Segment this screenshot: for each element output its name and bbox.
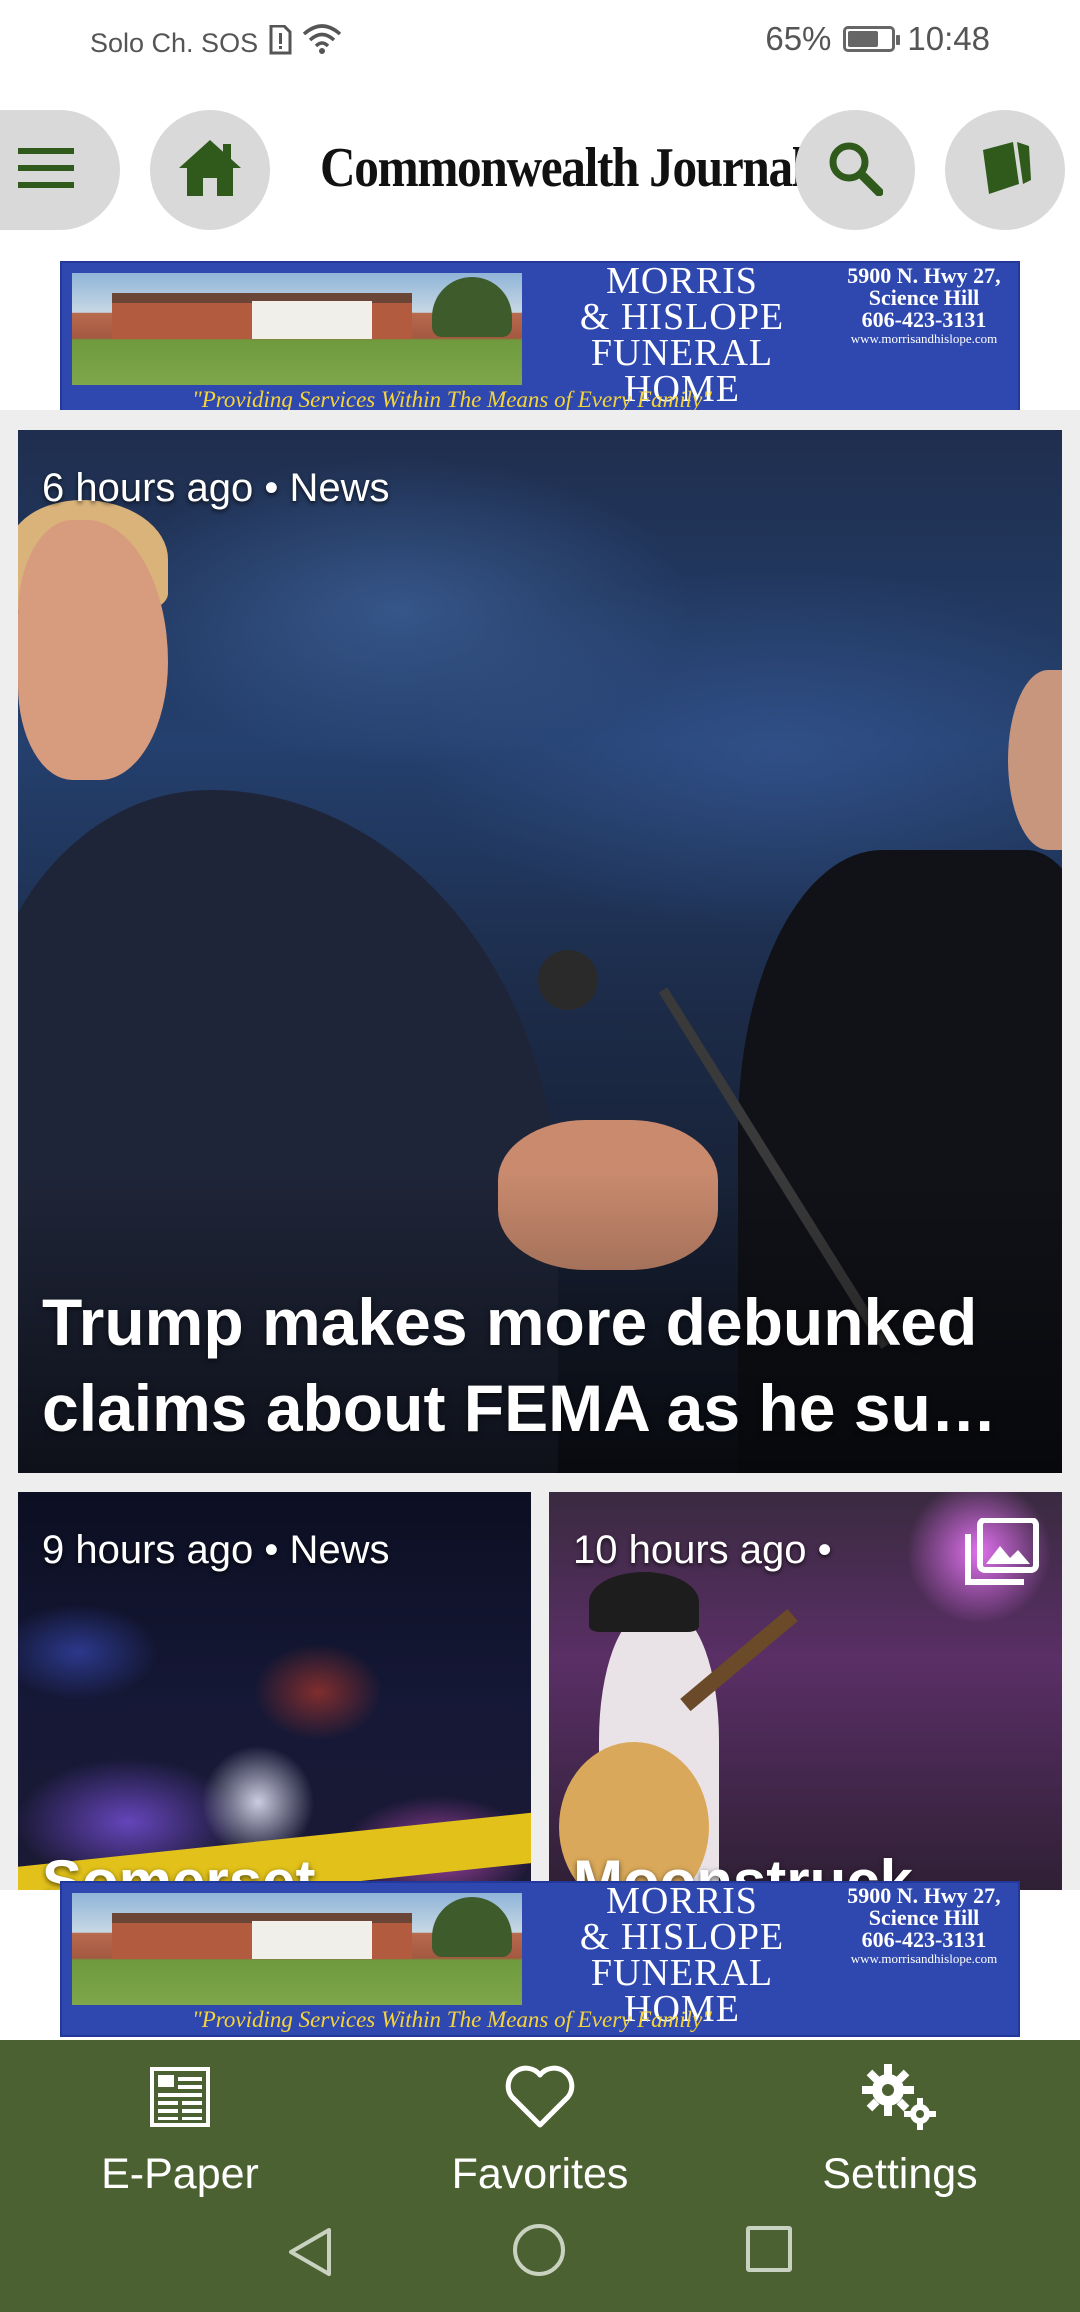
search-button[interactable] bbox=[795, 110, 915, 230]
sim-alert-icon bbox=[268, 24, 292, 62]
e-paper-icon bbox=[973, 136, 1037, 205]
ad-name-line2: & HISLOPE bbox=[579, 296, 785, 338]
news-feed[interactable]: 6 hours ago • News Trump makes more debu… bbox=[0, 410, 1080, 1890]
battery-icon bbox=[843, 26, 901, 52]
back-icon[interactable] bbox=[285, 2226, 335, 2283]
gallery-icon bbox=[964, 1517, 1040, 1588]
article-meta: 6 hours ago • News bbox=[42, 466, 390, 510]
ad-photo bbox=[72, 1893, 522, 2005]
ad-website: www.morrisandhislope.com bbox=[850, 1951, 998, 1966]
battery-fill bbox=[848, 31, 879, 47]
article-meta: 10 hours ago • bbox=[573, 1528, 832, 1572]
system-navigation-bar bbox=[0, 2200, 1080, 2300]
ad-website: www.morrisandhislope.com bbox=[850, 331, 998, 346]
ad-address-block: 5900 N. Hwy 27, Science Hill 606-423-313… bbox=[832, 265, 1016, 347]
battery-percent: 65% bbox=[765, 20, 832, 57]
ad-business-name: MORRIS & HISLOPE FUNERAL HOME bbox=[532, 261, 832, 408]
ad-address-block: 5900 N. Hwy 27, Science Hill 606-423-313… bbox=[832, 1885, 1016, 1967]
menu-icon bbox=[18, 146, 76, 195]
menu-button[interactable] bbox=[0, 110, 120, 230]
home-circle-icon[interactable] bbox=[513, 2224, 565, 2276]
nav-e-paper[interactable]: E-Paper bbox=[30, 2052, 330, 2199]
app-header: Commonwealth Journal bbox=[0, 108, 1080, 232]
article-image-face-right bbox=[1008, 670, 1062, 850]
clock: 10:48 bbox=[907, 20, 990, 57]
ad-address-line2: Science Hill bbox=[868, 1905, 980, 1930]
ad-phone: 606-423-3131 bbox=[861, 1927, 987, 1952]
status-right: 65% 10:48 bbox=[765, 20, 990, 58]
article-card-featured[interactable]: 6 hours ago • News Trump makes more debu… bbox=[18, 430, 1062, 1473]
heart-icon bbox=[390, 2052, 690, 2142]
nav-e-paper-label: E-Paper bbox=[101, 2150, 259, 2198]
ad-photo bbox=[72, 273, 522, 385]
article-image-mic bbox=[538, 950, 598, 1010]
nav-settings-label: Settings bbox=[822, 2150, 978, 2198]
ad-name-line2: & HISLOPE bbox=[579, 1916, 785, 1958]
ad-business-name: MORRIS & HISLOPE FUNERAL HOME bbox=[532, 1881, 832, 2028]
newspaper-icon bbox=[30, 2052, 330, 2142]
ad-banner-top[interactable]: MORRIS & HISLOPE FUNERAL HOME 5900 N. Hw… bbox=[60, 261, 1020, 417]
ad-photo-porch bbox=[252, 1921, 372, 1959]
home-button[interactable] bbox=[150, 110, 270, 230]
app-screen: Solo Ch. SOS 65% 10:48 Commonwealth Jour bbox=[0, 0, 1080, 2312]
gear-icon bbox=[750, 2052, 1050, 2142]
article-headline: Trump makes more debunked claims about F… bbox=[42, 1285, 997, 1445]
ad-phone: 606-423-3131 bbox=[861, 307, 987, 332]
article-card-3[interactable]: 10 hours ago • Moonstruck bbox=[549, 1492, 1062, 1890]
nav-settings[interactable]: Settings bbox=[750, 2052, 1050, 2199]
ad-photo-porch bbox=[252, 301, 372, 339]
status-bar: Solo Ch. SOS 65% 10:48 bbox=[0, 0, 1080, 84]
article-image-hat bbox=[589, 1572, 699, 1632]
ad-address-line1: 5900 N. Hwy 27, bbox=[847, 263, 1001, 288]
wifi-icon bbox=[302, 24, 342, 63]
carrier-text: Solo Ch. SOS bbox=[90, 28, 259, 58]
status-left: Solo Ch. SOS bbox=[90, 24, 342, 63]
nav-favorites-label: Favorites bbox=[451, 2150, 629, 2198]
ad-name-line1: MORRIS bbox=[606, 1881, 758, 1922]
home-icon bbox=[177, 138, 243, 203]
ad-name-line1: MORRIS bbox=[606, 261, 758, 302]
e-paper-header-button[interactable] bbox=[945, 110, 1065, 230]
nav-favorites[interactable]: Favorites bbox=[390, 2052, 690, 2199]
app-logo: Commonwealth Journal bbox=[320, 137, 806, 199]
ad-address-line1: 5900 N. Hwy 27, bbox=[847, 1883, 1001, 1908]
recents-icon[interactable] bbox=[746, 2226, 792, 2272]
ad-tagline: "Providing Services Within The Means of … bbox=[192, 2007, 712, 2032]
article-card-2[interactable]: 9 hours ago • News Somerset bbox=[18, 1492, 531, 1890]
search-icon bbox=[827, 140, 884, 201]
article-meta: 9 hours ago • News bbox=[42, 1528, 390, 1572]
ad-photo-tree bbox=[432, 1897, 512, 1957]
ad-photo-tree bbox=[432, 277, 512, 337]
ad-address-line2: Science Hill bbox=[868, 285, 980, 310]
ad-banner-bottom[interactable]: MORRIS & HISLOPE FUNERAL HOME 5900 N. Hw… bbox=[60, 1881, 1020, 2037]
